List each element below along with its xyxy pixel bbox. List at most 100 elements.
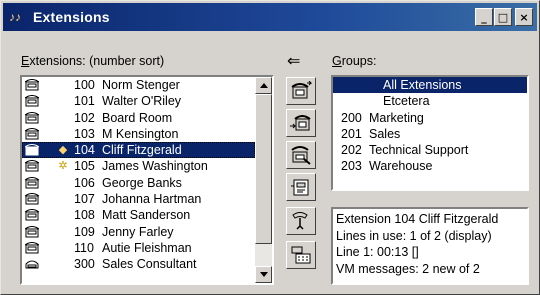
extensions-scrollbar[interactable] <box>255 77 272 283</box>
scroll-thumb[interactable] <box>255 94 272 244</box>
extension-number: 105 <box>74 159 95 174</box>
desk-phone-icon <box>25 258 39 270</box>
extension-row[interactable]: ✲ 105 James Washington <box>22 158 255 174</box>
extension-row[interactable]: 101 Walter O'Riley <box>22 93 255 109</box>
group-row[interactable]: All Extensions <box>333 77 527 94</box>
groups-list[interactable]: All Extensions Etcetera 200 Marketing 201 Sal… <box>331 75 529 191</box>
group-row[interactable]: 203 Warehouse <box>333 158 527 174</box>
extension-name: George Banks <box>102 175 182 190</box>
group-name: Etcetera <box>383 94 430 109</box>
extension-number: 102 <box>74 110 95 125</box>
extension-row[interactable]: 102 Board Room <box>22 110 255 126</box>
extensions-rows: 100 Norm Stenger 101 Walter O'Riley 102 Board… <box>22 77 255 283</box>
extensions-list[interactable]: 100 Norm Stenger 101 Walter O'Riley 102 Board… <box>20 75 274 285</box>
group-row[interactable]: 202 Technical Support <box>333 142 527 158</box>
info-vm-messages: VM messages: 2 new of 2 <box>336 261 480 276</box>
maximize-icon: □ <box>497 10 509 24</box>
extension-name: Matt Sanderson <box>102 208 191 223</box>
keypad-icon <box>291 246 311 264</box>
extension-name: Norm Stenger <box>102 78 180 92</box>
extension-number: 110 <box>74 240 94 255</box>
group-row[interactable]: 201 Sales <box>333 126 527 142</box>
scroll-up-button[interactable] <box>255 77 272 94</box>
left-arrow-icon: ⇐ <box>287 53 301 70</box>
minimize-icon: _ <box>481 10 487 24</box>
phone-icon <box>24 209 40 221</box>
app-icon: ♪♪ <box>9 10 21 24</box>
extension-number: 108 <box>74 208 95 223</box>
extension-number: 109 <box>74 224 95 239</box>
phone-icon <box>24 160 40 172</box>
group-row[interactable]: Etcetera <box>333 93 527 109</box>
extension-row[interactable]: 109 Jenny Farley <box>22 224 255 240</box>
group-name: All Extensions <box>383 78 462 92</box>
hold-handset-icon <box>292 212 308 230</box>
minimize-button[interactable]: _ <box>475 8 493 26</box>
call-phone-icon <box>291 81 312 99</box>
extension-info-panel: Extension 104 Cliff Fitzgerald Lines in … <box>331 207 529 285</box>
page-intercom-icon <box>291 179 309 196</box>
extension-number: 101 <box>74 94 95 109</box>
call-button[interactable] <box>286 77 316 105</box>
transfer-phone-icon <box>290 115 311 131</box>
info-lines-in-use: Lines in use: 1 of 2 (display) <box>336 228 492 243</box>
extension-name: Walter O'Riley <box>102 94 182 109</box>
groups-rows: All Extensions Etcetera 200 Marketing 201 Sal… <box>333 77 527 175</box>
group-name: Technical Support <box>369 143 469 158</box>
extensions-label: Extensions: (number sort) <box>21 54 165 68</box>
extension-name: Jenny Farley <box>102 224 174 239</box>
extension-row[interactable]: 108 Matt Sanderson <box>22 207 255 223</box>
maximize-button[interactable]: □ <box>494 8 512 26</box>
phone-icon <box>24 193 40 205</box>
extension-name: Johanna Hartman <box>102 192 202 207</box>
extension-name: Sales Consultant <box>102 257 197 272</box>
phone-icon <box>24 95 40 107</box>
scroll-down-button[interactable] <box>255 266 272 283</box>
group-number: 203 <box>341 159 362 174</box>
extension-row[interactable]: 106 George Banks <box>22 175 255 191</box>
group-row[interactable]: 200 Marketing <box>333 110 527 126</box>
group-number: 201 <box>341 126 362 141</box>
extensions-window: ♪♪ Extensions _ □ × Extensions: (number … <box>0 0 540 295</box>
phone-icon <box>24 127 40 140</box>
groups-label: Groups: <box>332 54 377 68</box>
hold-button[interactable] <box>286 207 316 235</box>
close-button[interactable]: × <box>515 8 533 26</box>
extension-name: Cliff Fitzgerald <box>102 143 182 158</box>
extension-number: 300 <box>74 257 95 272</box>
group-name: Warehouse <box>369 159 433 174</box>
status-mark-icon: ◆ <box>58 144 68 157</box>
extension-row[interactable]: 110 Autie Fleishman <box>22 240 255 256</box>
extension-number: 104 <box>74 143 95 158</box>
page-button[interactable] <box>286 173 316 201</box>
extension-row[interactable]: 100 Norm Stenger <box>22 77 255 93</box>
extension-name: James Washington <box>102 159 208 174</box>
extension-name: M Kensington <box>102 126 179 141</box>
window-title: Extensions <box>33 9 110 25</box>
extension-row[interactable]: ◆ 104 Cliff Fitzgerald <box>22 142 255 159</box>
phone-icon <box>24 79 40 91</box>
extension-number: 106 <box>74 175 95 190</box>
phone-icon <box>24 225 40 238</box>
extension-number: 100 <box>74 78 95 92</box>
title-bar[interactable]: ♪♪ Extensions _ □ × <box>3 3 537 31</box>
pickup-phone-icon <box>291 146 311 165</box>
info-line-1: Line 1: 00:13 [] <box>336 245 419 259</box>
keypad-button[interactable] <box>286 241 316 269</box>
info-extension: Extension 104 Cliff Fitzgerald <box>336 212 499 226</box>
extension-row[interactable]: 107 Johanna Hartman <box>22 191 255 207</box>
scroll-down-icon <box>259 272 268 277</box>
pickup-button[interactable] <box>286 141 316 169</box>
phone-icon <box>24 176 40 189</box>
extension-row[interactable]: 300 Sales Consultant <box>22 256 255 272</box>
close-icon: × <box>519 10 529 24</box>
transfer-button[interactable] <box>286 109 316 137</box>
scroll-up-icon <box>259 83 268 88</box>
extension-name: Autie Fleishman <box>102 240 192 255</box>
extension-row[interactable]: 103 M Kensington <box>22 126 255 142</box>
extension-number: 107 <box>74 192 95 207</box>
phone-icon <box>24 144 40 156</box>
status-mark-icon: ✲ <box>58 160 68 173</box>
phone-icon <box>24 241 40 254</box>
phone-icon <box>24 111 40 124</box>
